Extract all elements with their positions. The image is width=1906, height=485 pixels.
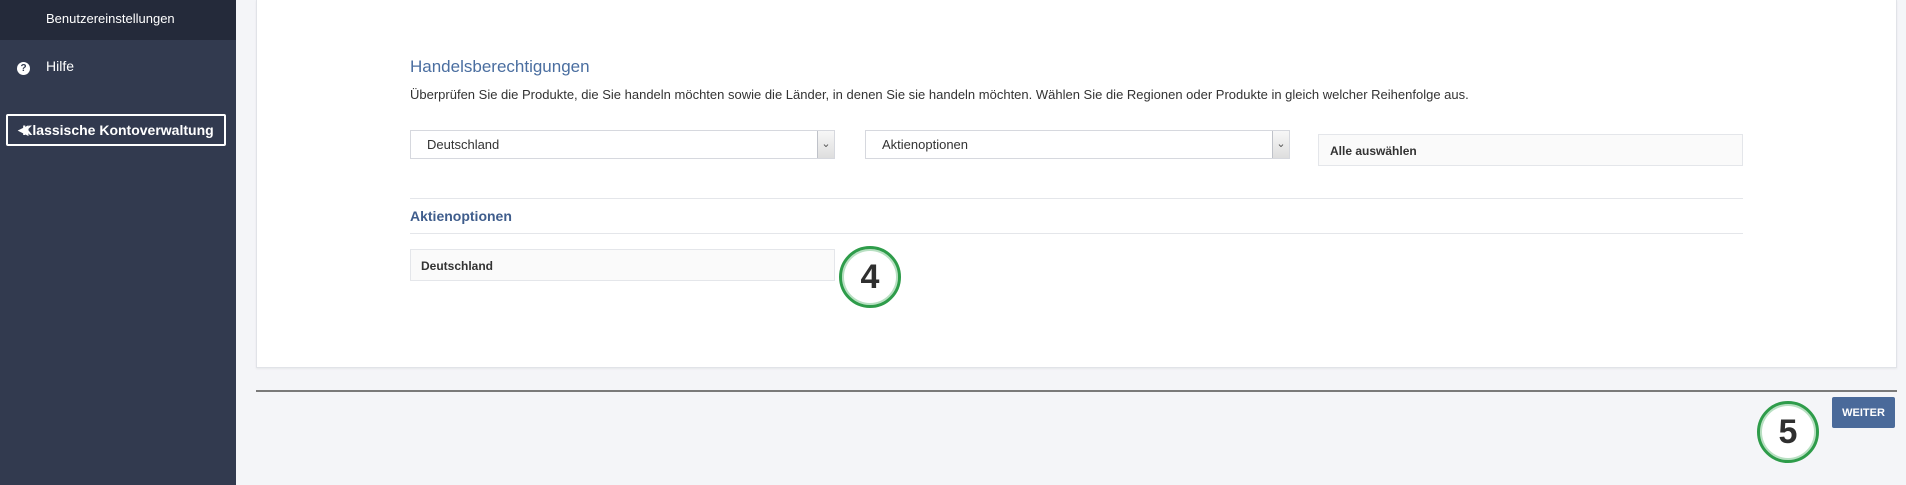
select-all-button[interactable]: Alle auswählen (1318, 134, 1743, 166)
sidebar: Benutzereinstellungen ? Hilfe ◀ Klassisch… (0, 0, 236, 485)
footer-divider (256, 390, 1897, 392)
chevron-down-icon[interactable]: ⌄ (1272, 131, 1289, 158)
section-description: Überprüfen Sie die Produkte, die Sie han… (410, 87, 1469, 102)
question-icon: ? (17, 62, 30, 75)
sidebar-item-help[interactable]: ? Hilfe (0, 54, 236, 78)
sidebar-item-user-settings[interactable]: Benutzereinstellungen (0, 0, 236, 40)
divider (410, 233, 1743, 234)
product-select-value: Aktienoptionen (882, 137, 969, 152)
trading-permissions-card: Handelsberechtigungen Überprüfen Sie die… (256, 0, 1897, 368)
selected-country-label: Deutschland (421, 259, 494, 273)
divider (410, 198, 1743, 199)
product-select[interactable]: Aktienoptionen ⌄ (865, 130, 1290, 159)
classic-button-label: Klassische Kontoverwaltung (22, 122, 214, 138)
step-marker-5: 5 (1757, 401, 1819, 463)
step-marker-4: 4 (839, 246, 901, 308)
chevron-down-icon[interactable]: ⌄ (817, 131, 834, 158)
country-select[interactable]: Deutschland ⌄ (410, 130, 835, 159)
product-heading: Aktienoptionen (410, 208, 512, 224)
section-title: Handelsberechtigungen (410, 57, 590, 76)
sidebar-item-label: Benutzereinstellungen (46, 11, 175, 26)
country-select-value: Deutschland (427, 137, 500, 152)
select-all-label: Alle auswählen (1330, 144, 1417, 158)
next-button[interactable]: WEITER (1832, 397, 1895, 428)
classic-account-management-button[interactable]: ◀ Klassische Kontoverwaltung (6, 114, 226, 146)
sidebar-item-label: Hilfe (46, 58, 75, 74)
selected-country-item[interactable]: Deutschland (410, 249, 835, 281)
